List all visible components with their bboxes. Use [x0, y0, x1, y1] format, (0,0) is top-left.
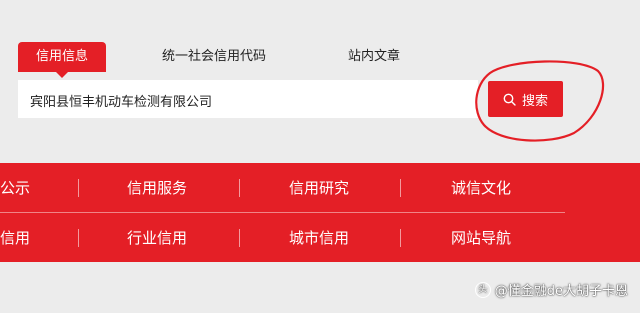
nav-item-credit[interactable]: 信用 — [0, 227, 30, 248]
nav-item-public-notice[interactable]: 公示 — [0, 177, 30, 198]
tab-credit-info[interactable]: 信用信息 — [18, 42, 106, 78]
nav-item-integrity-culture[interactable]: 诚信文化 — [451, 177, 511, 198]
search-tabs: 信用信息 统一社会信用代码 站内文章 — [0, 0, 640, 80]
nav-item-industry-credit[interactable]: 行业信用 — [127, 227, 187, 248]
nav-separator — [239, 229, 240, 247]
nav-separator — [400, 229, 401, 247]
nav-separator — [78, 229, 79, 247]
search-field — [18, 80, 478, 120]
search-input[interactable] — [28, 80, 472, 120]
search-button[interactable]: 搜索 — [488, 81, 563, 117]
tab-unified-credit-code[interactable]: 统一社会信用代码 — [162, 42, 266, 72]
nav-item-credit-research[interactable]: 信用研究 — [289, 177, 349, 198]
nav-item-credit-service[interactable]: 信用服务 — [127, 177, 187, 198]
watermark-logo-icon: 头 — [474, 281, 491, 298]
nav-item-city-credit[interactable]: 城市信用 — [289, 227, 349, 248]
watermark: 头 @懂金融de大胡子卡恩 — [474, 280, 628, 299]
main-navigation: 公示 信用服务 信用研究 诚信文化 信用 行业信用 城市信用 网站导航 — [0, 163, 640, 262]
nav-item-site-nav[interactable]: 网站导航 — [451, 227, 511, 248]
nav-separator — [78, 179, 79, 197]
nav-row-2: 信用 行业信用 城市信用 网站导航 — [0, 213, 640, 262]
nav-row-1: 公示 信用服务 信用研究 诚信文化 — [0, 163, 640, 212]
search-button-label: 搜索 — [521, 92, 548, 108]
nav-separator — [400, 179, 401, 197]
tab-site-articles[interactable]: 站内文章 — [348, 42, 400, 72]
search-icon — [503, 93, 516, 106]
nav-separator — [239, 179, 240, 197]
watermark-text: @懂金融de大胡子卡恩 — [494, 284, 628, 299]
